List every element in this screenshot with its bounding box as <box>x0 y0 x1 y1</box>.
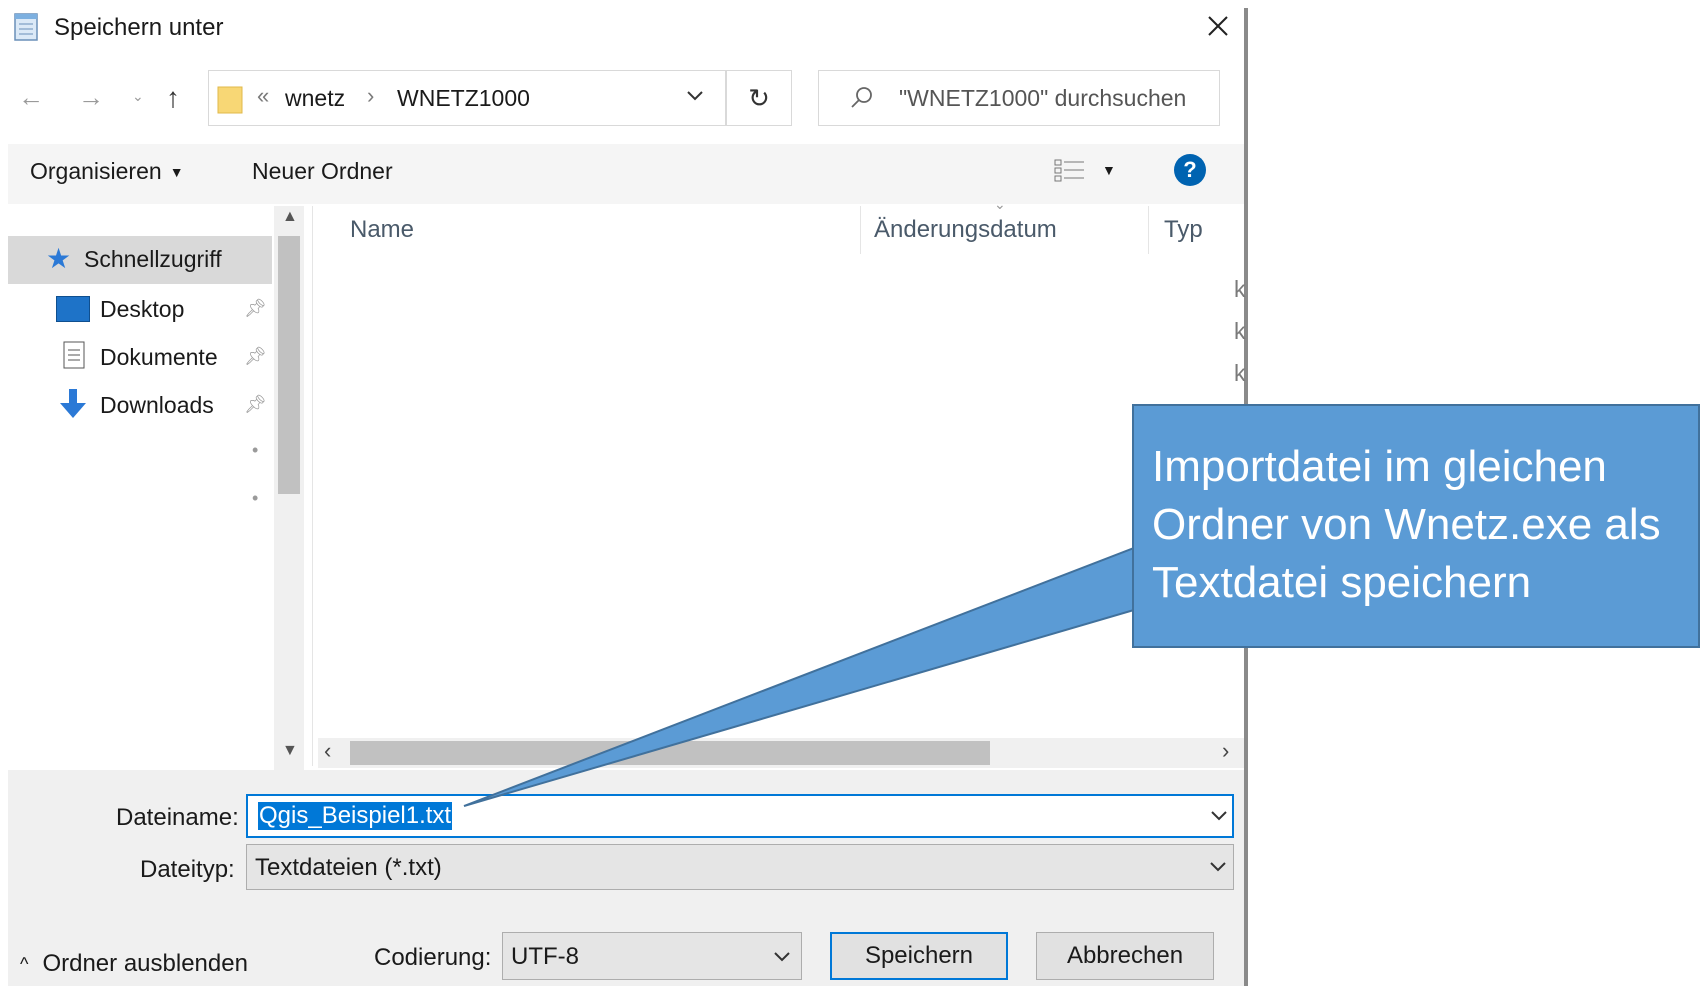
callout-text: Importdatei im gleichen Ordner von Wnetz… <box>1152 442 1661 607</box>
